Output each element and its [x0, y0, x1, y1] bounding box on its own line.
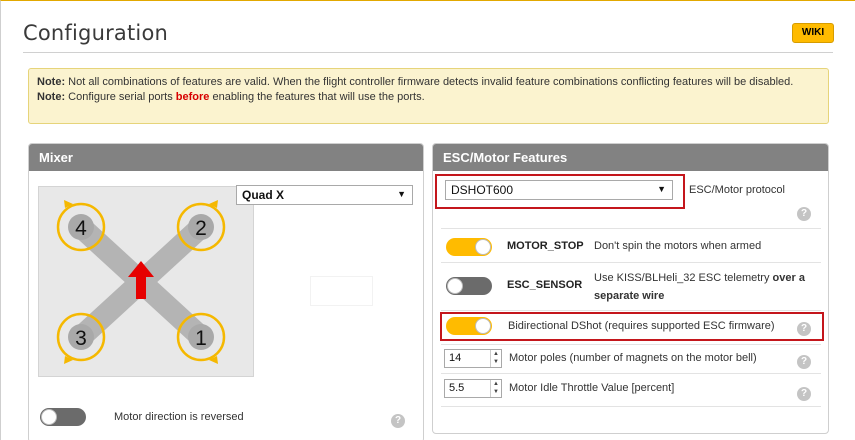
toggle-knob: [41, 409, 57, 425]
divider: [441, 310, 821, 311]
mixer-panel-title: Mixer: [29, 144, 423, 171]
toggle-knob: [475, 239, 491, 255]
esc-panel-title: ESC/Motor Features: [433, 144, 828, 171]
note-text-2a: Configure serial ports: [65, 91, 176, 103]
motor-poles-label: Motor poles (number of magnets on the mo…: [509, 352, 757, 364]
motor-stop-desc: Don't spin the motors when armed: [594, 240, 762, 252]
note-highlight: before: [175, 91, 210, 103]
divider: [441, 228, 821, 229]
help-icon[interactable]: ?: [797, 207, 811, 221]
esc-sensor-name: ESC_SENSOR: [507, 279, 583, 291]
divider: [441, 406, 821, 407]
stepper-icon[interactable]: ▲ ▼: [490, 350, 501, 367]
quad-x-diagram: 4 2 3 1: [38, 186, 254, 377]
motor-stop-name: MOTOR_STOP: [507, 240, 584, 252]
title-divider: [23, 52, 833, 53]
idle-throttle-label: Motor Idle Throttle Value [percent]: [509, 382, 675, 394]
motor-label-3: 3: [75, 327, 87, 350]
page-title: Configuration: [23, 21, 169, 45]
motor-stop-toggle[interactable]: [446, 238, 492, 256]
note-label: Note:: [37, 91, 66, 103]
quad-x-diagram-svg: 4 2 3 1: [56, 200, 226, 364]
esc-sensor-desc-text: Use KISS/BLHeli_32 ESC telemetry: [594, 272, 773, 284]
spin-up-icon[interactable]: ▲: [493, 351, 499, 357]
help-icon[interactable]: ?: [797, 355, 811, 369]
motor-direction-label: Motor direction is reversed: [114, 411, 244, 423]
esc-protocol-label: ESC/Motor protocol: [689, 184, 785, 196]
note-label: Note:: [37, 76, 66, 88]
spin-up-icon[interactable]: ▲: [493, 381, 499, 387]
motor-label-2: 2: [195, 217, 207, 240]
motor-poles-input[interactable]: 14 ▲ ▼: [444, 349, 502, 368]
motor-label-4: 4: [75, 217, 87, 240]
note-text-2b: enabling the features that will use the …: [209, 91, 425, 103]
motor-direction-toggle[interactable]: [40, 408, 86, 426]
stepper-icon[interactable]: ▲ ▼: [490, 380, 501, 397]
note-text-1: Not all combinations of features are val…: [65, 76, 794, 88]
help-icon[interactable]: ?: [391, 414, 405, 428]
help-icon[interactable]: ?: [797, 387, 811, 401]
mixer-type-select[interactable]: Quad X ▼: [236, 185, 413, 205]
wiki-button[interactable]: WIKI: [792, 23, 834, 43]
mixer-preview-placeholder: [310, 276, 373, 306]
chevron-down-icon: ▼: [397, 189, 406, 199]
highlight-protocol-box: [435, 174, 685, 209]
esc-sensor-toggle[interactable]: [446, 277, 492, 295]
motor-poles-value: 14: [449, 352, 462, 364]
toggle-knob: [447, 278, 463, 294]
divider: [441, 373, 821, 374]
mixer-type-value: Quad X: [242, 188, 285, 202]
divider: [441, 262, 821, 263]
highlight-bidirectional-box: [440, 312, 824, 341]
idle-throttle-input[interactable]: 5.5 ▲ ▼: [444, 379, 502, 398]
spin-down-icon[interactable]: ▼: [493, 359, 499, 365]
mixer-panel: Mixer 4 2 3 1 Quad X ▼ Motor direction i…: [28, 143, 424, 440]
spin-down-icon[interactable]: ▼: [493, 389, 499, 395]
esc-sensor-desc: Use KISS/BLHeli_32 ESC telemetry over a …: [594, 269, 816, 305]
esc-motor-panel: ESC/Motor Features DSHOT600 ▼ ESC/Motor …: [432, 143, 829, 434]
motor-label-1: 1: [195, 327, 207, 350]
divider: [441, 344, 821, 345]
configuration-page: Configuration WIKI Note: Not all combina…: [0, 0, 855, 440]
idle-throttle-value: 5.5: [449, 382, 465, 394]
note-box: Note: Not all combinations of features a…: [28, 68, 829, 124]
